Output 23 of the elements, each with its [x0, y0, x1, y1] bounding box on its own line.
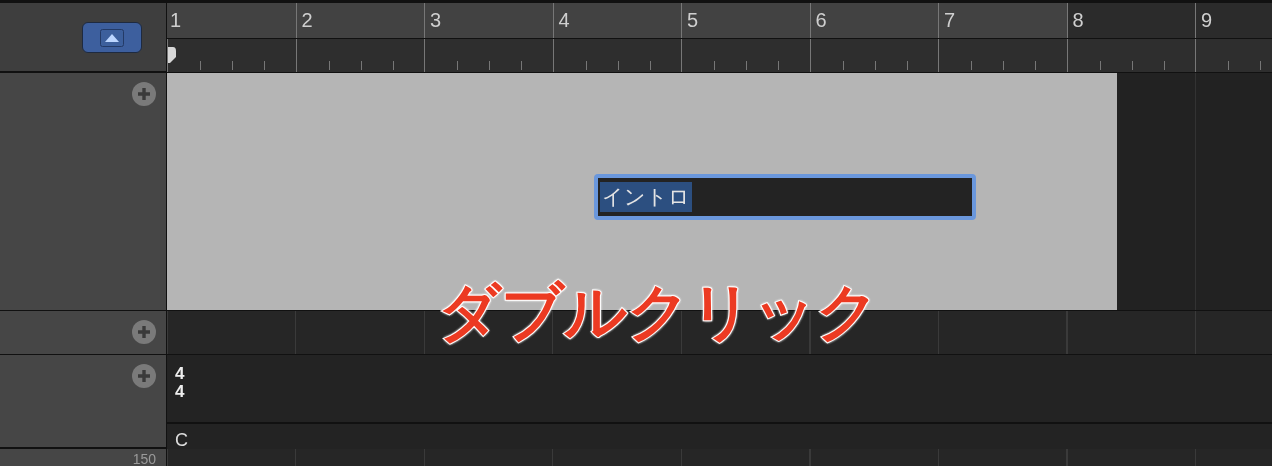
marker-name-field[interactable]: イントロ: [594, 174, 976, 220]
cycle-bar-segment[interactable]: 4: [552, 3, 681, 38]
cycle-bar-segment[interactable]: 2: [295, 3, 424, 38]
bar-number: 4: [558, 9, 570, 31]
playhead-icon[interactable]: [167, 47, 176, 63]
cycle-bar-segment[interactable]: 3: [424, 3, 553, 38]
bar-number: 9: [1201, 9, 1213, 31]
time-signature-denominator[interactable]: 4: [175, 383, 187, 401]
view-toggle-button[interactable]: [82, 22, 142, 53]
cycle-bar-segment[interactable]: 7: [938, 3, 1067, 38]
key-signature[interactable]: C: [175, 430, 188, 450]
bar-number: 8: [1072, 9, 1084, 31]
bar-number: 6: [815, 9, 827, 31]
cycle-bar-segment[interactable]: 6: [809, 3, 938, 38]
time-signature-numerator[interactable]: 4: [175, 365, 187, 383]
bar-number: 3: [430, 9, 442, 31]
cycle-bar-segment[interactable]: 5: [681, 3, 810, 38]
tempo-value: 150: [132, 451, 156, 466]
bar-number: 5: [687, 9, 699, 31]
bar-number: 2: [301, 9, 313, 31]
cycle-bar-segment[interactable]: 1: [167, 3, 296, 38]
bar-number: 1: [170, 9, 182, 31]
bar-number: 7: [944, 9, 956, 31]
